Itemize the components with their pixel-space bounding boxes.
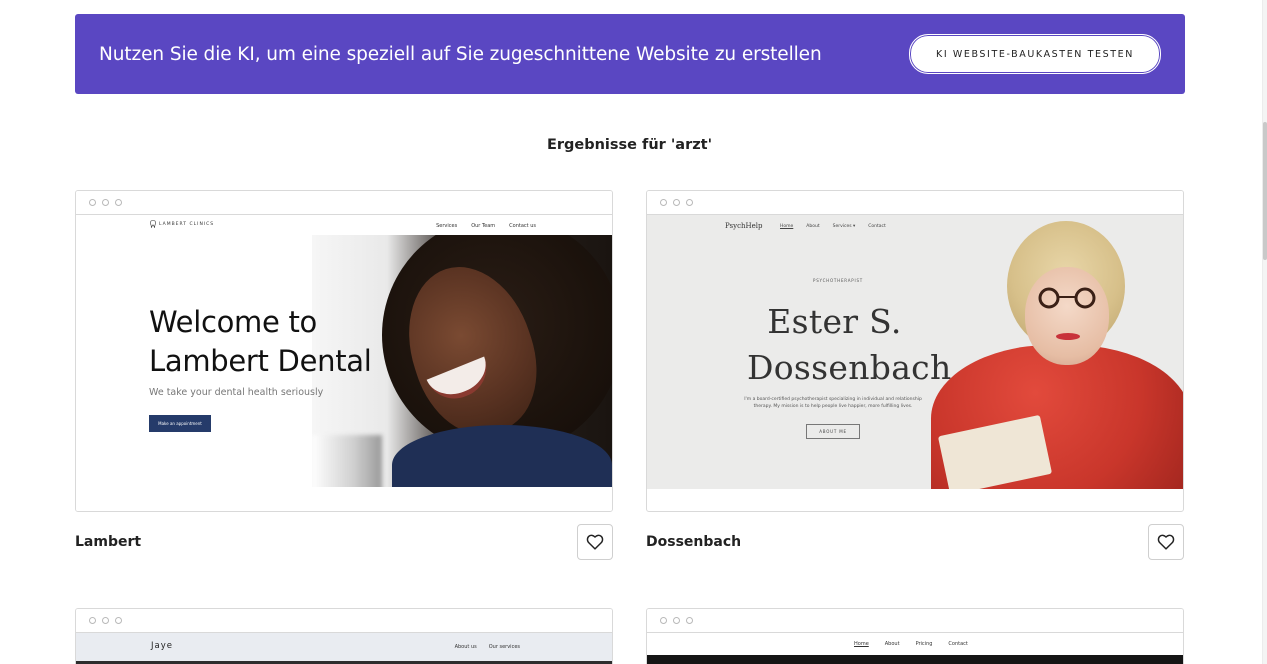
template-preview[interactable]: LAMBERT CLINICS Services Our Team Contac… — [75, 190, 613, 512]
template-card-jaye[interactable]: Jaye About us Our services — [75, 608, 613, 664]
preview-nav: LAMBERT CLINICS Services Our Team Contac… — [76, 215, 612, 235]
ai-banner-text: Nutzen Sie die KI, um eine speziell auf … — [99, 43, 822, 65]
window-dot-icon — [102, 199, 109, 206]
browser-window-bar — [76, 609, 612, 633]
preview-nav-item: Our Team — [471, 223, 496, 229]
window-dot-icon — [89, 617, 96, 624]
window-dot-icon — [89, 199, 96, 206]
preview-nav-item: Home — [780, 224, 794, 229]
preview-nav-item: About us — [454, 644, 477, 650]
dossenbach-preview-page: PsychHelp Home About Services ▾ Contact … — [647, 215, 1183, 489]
preview-nav-item: Contact — [948, 641, 968, 647]
lambert-preview-page: LAMBERT CLINICS Services Our Team Contac… — [76, 215, 612, 511]
template-name: Lambert — [75, 534, 142, 550]
preview-cta-button: Make an appointment — [149, 415, 211, 432]
preview-nav-item: Contact — [868, 224, 886, 229]
heart-outline-icon — [586, 534, 604, 550]
preview-logo: LAMBERT CLINICS — [159, 222, 215, 227]
window-dot-icon — [660, 199, 667, 206]
window-dot-icon — [686, 617, 693, 624]
browser-window-bar — [76, 191, 612, 215]
preview-nav-item: Services ▾ — [832, 224, 856, 229]
window-dot-icon — [686, 199, 693, 206]
preview-description: I'm a board-certified psychotherapist sp… — [744, 397, 922, 409]
preview-title-line: Welcome to — [149, 305, 317, 339]
favorite-button[interactable] — [577, 524, 613, 560]
tooth-icon — [150, 220, 156, 228]
window-dot-icon — [102, 617, 109, 624]
window-dot-icon — [115, 617, 122, 624]
ai-promo-banner: Nutzen Sie die KI, um eine speziell auf … — [75, 14, 1185, 94]
template-preview[interactable]: Home About Pricing Contact — [646, 608, 1184, 664]
browser-window-bar — [647, 191, 1183, 215]
preview-cta-button: ABOUT ME — [806, 424, 860, 439]
preview-nav-item: Home — [854, 641, 869, 647]
try-ai-builder-button[interactable]: KI WEBSITE-BAUKASTEN TESTEN — [909, 34, 1161, 74]
preview-nav-item: Services — [436, 223, 458, 229]
template-name: Dossenbach — [646, 534, 742, 550]
preview-kicker: PSYCHOTHERAPIST — [813, 278, 864, 283]
preview-title-line: Dossenbach — [747, 348, 952, 387]
preview-hero-image — [647, 655, 1183, 664]
scrollbar-thumb[interactable] — [1263, 122, 1267, 260]
template-card-fourth[interactable]: Home About Pricing Contact — [646, 608, 1184, 664]
jaye-preview-page: Jaye About us Our services — [76, 633, 612, 664]
template-card-dossenbach[interactable]: PsychHelp Home About Services ▾ Contact … — [646, 190, 1184, 560]
browser-window-bar — [647, 609, 1183, 633]
window-dot-icon — [673, 199, 680, 206]
results-heading: Ergebnisse für 'arzt' — [546, 137, 713, 153]
preview-subtitle: We take your dental health seriously — [149, 387, 324, 398]
window-dot-icon — [660, 617, 667, 624]
heart-outline-icon — [1157, 534, 1175, 550]
preview-title: Ester S. Dossenbach — [747, 299, 952, 391]
template-preview[interactable]: Jaye About us Our services — [75, 608, 613, 664]
preview-title-line: Lambert Dental — [149, 344, 372, 378]
preview-nav-item: About — [806, 224, 820, 229]
preview-nav-item: Contact us — [509, 223, 536, 229]
favorite-button[interactable] — [1148, 524, 1184, 560]
fourth-preview-page: Home About Pricing Contact — [647, 633, 1183, 664]
window-dot-icon — [115, 199, 122, 206]
template-card-lambert[interactable]: LAMBERT CLINICS Services Our Team Contac… — [75, 190, 613, 560]
page-scrollbar[interactable] — [1262, 0, 1267, 664]
preview-nav-item: Pricing — [915, 641, 933, 647]
preview-title-line: Ester S. — [767, 302, 902, 341]
preview-nav-item: About — [884, 641, 900, 647]
window-dot-icon — [673, 617, 680, 624]
preview-title: Welcome to Lambert Dental — [149, 303, 372, 381]
template-preview[interactable]: PsychHelp Home About Services ▾ Contact … — [646, 190, 1184, 512]
preview-logo: Jaye — [151, 641, 173, 651]
preview-nav-item: Our services — [488, 644, 520, 650]
preview-logo: PsychHelp — [725, 222, 763, 230]
